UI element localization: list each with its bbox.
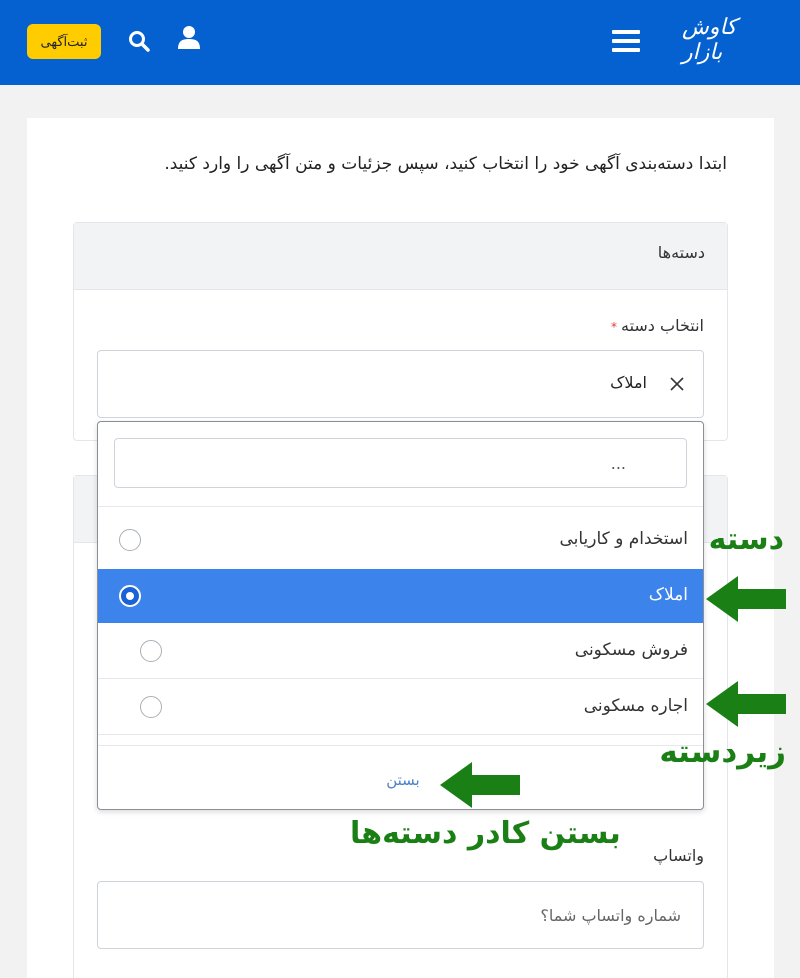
category-select[interactable]: املاک [97, 350, 704, 418]
intro-text: ابتدا دسته‌بندی آگهی خود را انتخاب کنید،… [164, 154, 727, 174]
radio-button[interactable] [119, 529, 141, 551]
radio-button[interactable] [140, 640, 162, 662]
arrow-left-icon [706, 681, 786, 727]
post-ad-button[interactable]: ثبت‌آگهی [27, 24, 101, 59]
annotation-subcategory: زیردسته [659, 734, 786, 770]
dropdown-close-button[interactable]: بستن [363, 768, 443, 792]
radio-button[interactable] [140, 696, 162, 718]
list-item-real-estate[interactable]: املاک [98, 569, 703, 623]
arrow-left-icon [706, 576, 786, 622]
divider [98, 506, 703, 507]
hamburger-menu-icon[interactable] [612, 30, 640, 52]
close-icon[interactable] [669, 376, 685, 392]
divider [98, 745, 703, 746]
category-dropdown: استخدام و کاریابی املاک فروش مسکونی اجار… [97, 421, 704, 810]
user-icon[interactable] [176, 24, 202, 50]
required-mark: * [610, 320, 617, 334]
whatsapp-label: واتساپ [653, 846, 704, 865]
list-item-label: استخدام و کاریابی [559, 529, 688, 549]
list-item-label: اجاره مسکونی [583, 696, 688, 716]
list-item-residential-sale[interactable]: فروش مسکونی [98, 624, 703, 679]
list-item-label: املاک [648, 585, 688, 605]
annotation-category: دسته [708, 522, 784, 557]
list-item-label: فروش مسکونی [574, 640, 688, 660]
radio-button-selected[interactable] [119, 585, 141, 607]
dropdown-search-input[interactable] [114, 438, 687, 488]
divider [98, 678, 703, 679]
annotation-close-hint: بستن کادر دسته‌ها [350, 816, 621, 851]
divider [98, 734, 703, 735]
category-field-label: انتخاب دسته* [610, 316, 704, 335]
top-header: ثبت‌آگهی کاوش بازار [0, 0, 800, 85]
list-item-residential-rent[interactable]: اجاره مسکونی [98, 680, 703, 735]
site-logo[interactable]: کاوش بازار [682, 15, 776, 65]
category-select-value: املاک [610, 373, 647, 392]
arrow-left-icon [440, 762, 520, 808]
list-item-employment[interactable]: استخدام و کاریابی [98, 513, 703, 568]
categories-panel-title: دسته‌ها [74, 223, 727, 290]
whatsapp-input[interactable] [97, 881, 704, 949]
search-icon[interactable] [127, 29, 151, 53]
